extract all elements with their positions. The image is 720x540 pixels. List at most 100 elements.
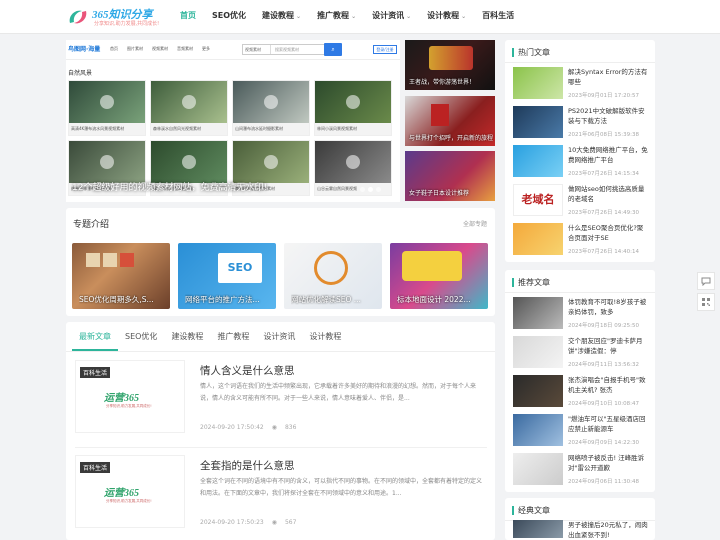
logo-icon — [69, 10, 87, 24]
classic-article-item[interactable]: 男子被撞后20元私了，闹肉出血紧张不到! — [513, 520, 649, 540]
slider-dot[interactable] — [360, 187, 365, 192]
topic-caption: 标本地面设计 2022... — [397, 295, 471, 304]
topics-more-link[interactable]: 全部专题 — [463, 219, 487, 228]
post-thumbnail[interactable]: 百科生活 运营365 分享知识,助力发展,共同成长! — [75, 455, 185, 528]
recommend-article-title[interactable]: 网络喷子被反击! 汪峰胜诉 对"雷公开道歉 — [568, 453, 648, 473]
topic-card[interactable]: SEO优化周期多久,S... — [72, 243, 170, 309]
embedded-video-tile: 林间小溪风景视频素材 — [314, 80, 392, 136]
nav-item[interactable]: 百科生活 — [474, 0, 522, 34]
hot-article-date: 2023年09月01日 17:20:57 — [568, 93, 639, 99]
slider-caption[interactable]: 12个超级好用的视频素材网站，免费高清无水印! — [72, 180, 267, 193]
recommend-article-thumb[interactable] — [513, 297, 563, 329]
articles-section: 最新文章 SEO优化 建设教程 推广教程 设计资讯 设计教程 百科生活 运营365 分享知… — [66, 322, 495, 540]
hot-article-item[interactable]: 解决Syntax Error的方法有哪些 2023年09月01日 17:20:57 — [513, 67, 649, 101]
hot-article-thumb[interactable] — [513, 223, 563, 255]
embedded-category-title: 自然风景 — [68, 70, 93, 77]
article-tab[interactable]: 建设教程 — [164, 331, 210, 351]
post-thumb-slogan: 分享知识,助力发展,共同成长! — [106, 499, 152, 503]
hot-article-thumb[interactable] — [513, 106, 563, 138]
hot-article-item[interactable]: 什么是SEO聚合页优化?聚合页面对于SE 2023年07月26日 14:40:14 — [513, 223, 649, 257]
topic-card-blocks — [86, 253, 146, 283]
topic-card[interactable]: 网站优化解读SEO ... — [284, 243, 382, 309]
topic-card[interactable]: SEO 网络平台的推广方法... — [178, 243, 276, 309]
recommend-article-title[interactable]: 张杰演唱会"自报手机号"致机主关机? 张杰 — [568, 375, 648, 395]
article-tab[interactable]: 设计资讯 — [256, 331, 302, 351]
recommend-article-thumb[interactable] — [513, 375, 563, 407]
post-item[interactable]: 百科生活 运营365 分享知识,助力发展,共同成长! 情人含义是什么意思 情人，… — [75, 360, 487, 440]
embedded-menu-item: 音频素材 — [177, 46, 193, 51]
recommend-article-thumb[interactable] — [513, 336, 563, 368]
recommend-article-thumb[interactable] — [513, 414, 563, 446]
recommend-article-item[interactable]: 体罚教育不可取!8岁孩子被亲妈体罚，致多 2024年09月18日 09:25:50 — [513, 297, 649, 331]
nav-item[interactable]: SEO优化 — [204, 0, 254, 34]
hot-article-thumb[interactable] — [513, 145, 563, 177]
recommend-article-item[interactable]: 交个朋友回应"罗迪卡萨月饼"涉嫌造假：停 2024年09月11日 13:56:32 — [513, 336, 649, 370]
hot-article-item[interactable]: PS2021中文破解版软件安装与下载方法 2021年06月08日 15:39:38 — [513, 106, 649, 140]
embedded-video-caption: 森林溪水自然风光视频素材 — [153, 126, 201, 131]
hot-article-thumb[interactable] — [513, 67, 563, 99]
hot-article-thumb[interactable]: 老域名 — [513, 184, 563, 216]
recommend-article-item[interactable]: 张杰演唱会"自报手机号"致机主关机? 张杰 2024年09月10日 10:08:4… — [513, 375, 649, 409]
recommend-article-title[interactable]: 交个朋友回应"罗迪卡萨月饼"涉嫌造假：停 — [568, 336, 648, 356]
chat-icon[interactable] — [697, 272, 715, 290]
hot-article-title[interactable]: 10大免费网络推广平台，免费网络推广平台 — [568, 145, 648, 165]
recommend-article-thumb[interactable] — [513, 453, 563, 485]
recommend-article-date: 2024年09月10日 10:08:47 — [568, 401, 639, 407]
article-tab[interactable]: 最新文章 — [72, 331, 118, 351]
recommend-article-item[interactable]: "燃油车可以"五星级酒店回应禁止新能源车 2024年09月09日 14:22:30 — [513, 414, 649, 448]
widget-divider — [505, 292, 655, 293]
nav-item[interactable]: 设计资讯 ⌄ — [364, 0, 419, 34]
nav-item[interactable]: 推广教程 ⌄ — [309, 0, 364, 34]
play-icon — [346, 155, 360, 169]
classic-article-thumb[interactable] — [513, 520, 563, 538]
hot-article-title[interactable]: PS2021中文破解版软件安装与下载方法 — [568, 106, 648, 126]
nav-item-label: 建设教程 — [262, 11, 295, 20]
qrcode-icon[interactable] — [697, 293, 715, 311]
topic-card[interactable]: 标本地面设计 2022... — [390, 243, 488, 309]
side-feature-3[interactable]: 女子鞋子日本设计推荐 — [405, 151, 495, 201]
embedded-video-tile: 森林溪水自然风光视频素材 — [150, 80, 228, 136]
hot-article-title[interactable]: 什么是SEO聚合页优化?聚合页面对于SE — [568, 223, 648, 243]
hot-article-title[interactable]: 做网站seo如何挑选高质量的老域名 — [568, 184, 648, 204]
side-feature-2[interactable]: 与世界打个招呼，开启新的旅程 — [405, 96, 495, 146]
main-nav: 首页 SEO优化 建设教程 ⌄ 推广教程 ⌄ 设计资讯 ⌄ 设计教程 ⌄ 百科生活 — [172, 0, 522, 34]
recommend-articles-title: 推荐文章 — [512, 278, 550, 287]
post-category-badge[interactable]: 百科生活 — [80, 462, 111, 473]
recommend-article-title[interactable]: "燃油车可以"五星级酒店回应禁止新能源车 — [568, 414, 648, 434]
side-feature-1-art — [429, 46, 473, 70]
embedded-search-icon: ⌕ — [324, 43, 342, 56]
side-feature-2-caption: 与世界打个招呼，开启新的旅程 — [409, 135, 494, 142]
eye-icon: ◉ — [271, 424, 277, 431]
slider-dot[interactable] — [376, 187, 381, 192]
hot-article-item[interactable]: 老域名 做网站seo如何挑选高质量的老域名 2023年07月26日 14:49:30 — [513, 184, 649, 218]
post-item[interactable]: 百科生活 运营365 分享知识,助力发展,共同成长! 全套指的是什么意思 全套这… — [75, 455, 487, 535]
hot-article-title[interactable]: 解决Syntax Error的方法有哪些 — [568, 67, 648, 87]
side-feature-2-art — [431, 104, 449, 126]
nav-item[interactable]: 建设教程 ⌄ — [254, 0, 309, 34]
recommend-article-item[interactable]: 网络喷子被反击! 汪峰胜诉 对"雷公开道歉 2024年09月06日 11:30:4… — [513, 453, 649, 487]
nav-item[interactable]: 设计教程 ⌄ — [419, 0, 474, 34]
eye-icon: ◉ — [271, 519, 277, 526]
slider-dot-active[interactable] — [368, 187, 373, 192]
side-feature-1[interactable]: 王者战，带你游荡世界！ — [405, 40, 495, 90]
nav-item[interactable]: 首页 — [172, 0, 204, 34]
nav-item-label: SEO优化 — [212, 11, 247, 20]
classic-article-title[interactable]: 男子被撞后20元私了，闹肉出血紧张不到! — [568, 520, 648, 540]
hot-article-item[interactable]: 10大免费网络推广平台，免费网络推广平台 2023年07月26日 14:15:34 — [513, 145, 649, 179]
article-tab[interactable]: 推广教程 — [210, 331, 256, 351]
recommend-article-title[interactable]: 体罚教育不可取!8岁孩子被亲妈体罚，致多 — [568, 297, 648, 317]
play-icon — [264, 95, 278, 109]
embedded-search-placeholder: 搜索视频素材 — [275, 47, 299, 52]
site-logo[interactable]: 365知识分享 分享知识,助力发展,共同成长! — [66, 5, 166, 29]
nav-item-label: 首页 — [180, 11, 196, 20]
article-tab[interactable]: 设计教程 — [302, 331, 348, 351]
nav-item-label: 设计教程 — [427, 11, 460, 20]
post-excerpt: 全套这个词在不同的语境中有不同的含义，可以指代不同的事物。在不同的领域中，全套都… — [200, 478, 483, 497]
recommend-articles-widget: 推荐文章 体罚教育不可取!8岁孩子被亲妈体罚，致多 2024年09月18日 09:… — [505, 270, 655, 492]
article-tab[interactable]: SEO优化 — [118, 331, 164, 351]
post-category-badge[interactable]: 百科生活 — [80, 367, 111, 378]
post-title[interactable]: 情人含义是什么意思 — [200, 363, 295, 378]
post-thumbnail[interactable]: 百科生活 运营365 分享知识,助力发展,共同成长! — [75, 360, 185, 433]
featured-slider[interactable]: 鸟图网·海量 首页 图片素材 视频素材 音频素材 更多 视频素材 搜索视频素材 … — [66, 40, 400, 202]
post-title[interactable]: 全套指的是什么意思 — [200, 458, 295, 473]
